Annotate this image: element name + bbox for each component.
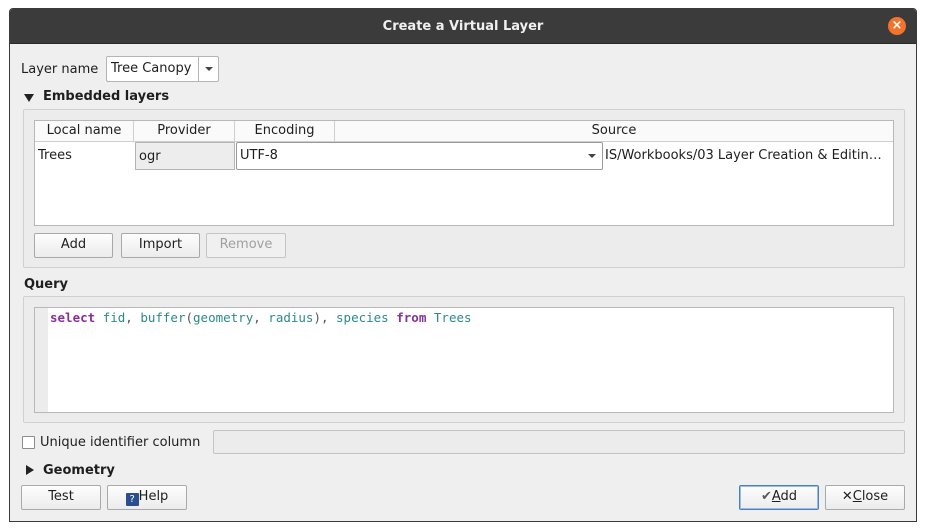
query-editor[interactable]: select fid, buffer(geometry, radius), sp… [34, 307, 894, 413]
column-header-local-name[interactable]: Local name [35, 121, 134, 142]
query-token [426, 310, 434, 325]
query-header: Query [24, 277, 69, 292]
window-title: Create a Virtual Layer [382, 19, 544, 34]
remove-layer-button[interactable]: Remove [206, 233, 286, 258]
help-icon: ? [125, 493, 139, 506]
layer-name-combo[interactable]: Tree Canopy [106, 56, 219, 82]
query-token: from [396, 310, 427, 325]
close-window-icon[interactable]: × [888, 17, 906, 35]
close-button[interactable]: ✕Close [825, 485, 905, 510]
query-group: select fid, buffer(geometry, radius), sp… [23, 296, 905, 423]
encoding-combo[interactable]: UTF-8 [236, 142, 603, 170]
query-text[interactable]: select fid, buffer(geometry, radius), sp… [50, 309, 472, 327]
embedded-layers-group: Local name Provider Encoding Source Tree… [23, 109, 905, 268]
layer-name-dropdown-button[interactable] [198, 57, 218, 81]
query-token: buffer [140, 310, 186, 325]
help-button[interactable]: ? Help [107, 485, 187, 510]
embedded-layers-header[interactable]: Embedded layers [43, 88, 169, 106]
column-header-provider[interactable]: Provider [134, 121, 235, 142]
embedded-layers-table[interactable]: Local name Provider Encoding Source Tree… [34, 120, 894, 226]
dialog-window: Create a Virtual Layer × Layer name Tree… [9, 8, 917, 522]
table-row[interactable]: Trees ogr UTF-8 IS/Workbooks/03 Layer Cr… [35, 142, 893, 171]
column-header-source[interactable]: Source [335, 121, 893, 142]
query-token: Trees [433, 310, 472, 325]
unique-id-field[interactable] [213, 430, 905, 454]
close-x-icon: ✕ [841, 489, 853, 504]
query-token: fid [102, 310, 126, 325]
expand-right-icon[interactable] [26, 465, 34, 475]
add-layer-button[interactable]: Add [34, 233, 113, 258]
add-label-mnemonic: A [771, 489, 781, 504]
title-bar[interactable]: Create a Virtual Layer × [10, 9, 916, 44]
query-token: species [336, 310, 389, 325]
unique-id-label[interactable]: Unique identifier column [40, 434, 200, 452]
query-token: ), [313, 310, 337, 325]
chevron-down-icon [588, 154, 596, 158]
editor-margin [35, 308, 48, 412]
import-layer-button[interactable]: Import [121, 233, 200, 258]
query-token: radius [268, 310, 314, 325]
column-header-encoding[interactable]: Encoding [235, 121, 335, 142]
geometry-header[interactable]: Geometry [43, 462, 115, 480]
query-token [95, 310, 103, 325]
unique-id-checkbox[interactable] [22, 436, 35, 449]
query-token: select [50, 310, 96, 325]
query-token: ( [185, 310, 194, 325]
cell-provider[interactable]: ogr [135, 142, 235, 170]
query-token: , [125, 310, 141, 325]
help-label: Help [138, 489, 169, 504]
test-button[interactable]: Test [21, 485, 101, 510]
cell-source[interactable]: IS/Workbooks/03 Layer Creation & Editin… [602, 142, 893, 170]
collapse-down-icon[interactable] [24, 94, 34, 102]
layer-name-label: Layer name [21, 62, 99, 77]
encoding-value: UTF-8 [240, 148, 278, 163]
layer-name-value: Tree Canopy [111, 61, 192, 76]
query-token: , [253, 310, 269, 325]
close-label-mnemonic: C [852, 489, 862, 504]
close-label-rest: lose [861, 489, 889, 504]
checkmark-icon: ✔ [760, 489, 772, 504]
query-token: geometry [193, 310, 254, 325]
chevron-down-icon [205, 67, 213, 71]
add-button[interactable]: ✔Add [739, 485, 819, 510]
add-label-rest: dd [780, 489, 798, 504]
cell-local-name[interactable]: Trees [35, 142, 135, 170]
